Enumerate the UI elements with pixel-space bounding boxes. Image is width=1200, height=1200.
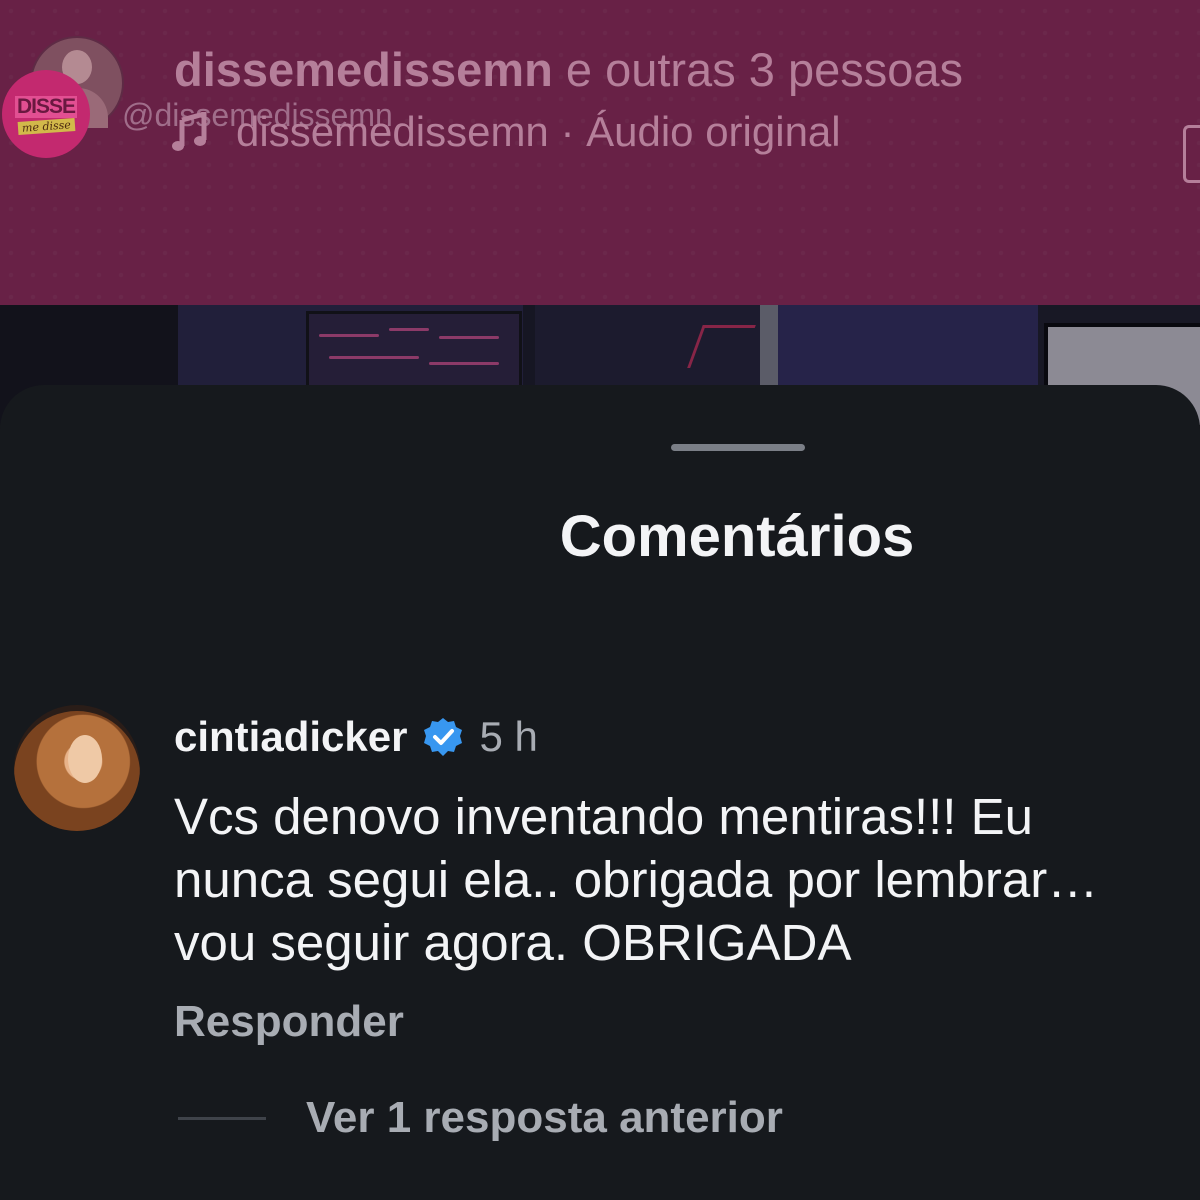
reply-button[interactable]: Responder [174, 997, 404, 1047]
comment-line: Vcs denovo inventando mentiras!!! Eu [174, 788, 1034, 845]
music-note-icon [172, 112, 207, 151]
commenter-avatar[interactable] [14, 705, 140, 831]
audio-text: dissemedissemn · Áudio original [236, 108, 841, 155]
comment-text: Vcs denovo inventando mentiras!!! Eu nun… [174, 785, 1200, 974]
author-name[interactable]: dissemedissemn [174, 43, 553, 96]
commenter-username[interactable]: cintiadicker [174, 713, 407, 761]
replies-divider-line [178, 1116, 266, 1120]
comment-time: 5 h [479, 713, 538, 760]
comments-sheet: Comentários cintiadicker 5 h Vcs denovo … [0, 385, 1200, 1200]
sheet-title: Comentários [559, 504, 915, 569]
side-action-icon[interactable] [1183, 125, 1200, 183]
reel-authors[interactable]: dissemedissemn e outras 3 pessoas [174, 42, 963, 97]
view-replies-label[interactable]: Ver 1 resposta anterior [306, 1093, 783, 1143]
coauthors-text: e outras 3 pessoas [552, 43, 964, 96]
comment-line: nunca segui ela.. obrigada por lembrar… [174, 851, 1099, 908]
logo-text-line2: me disse [17, 117, 75, 135]
logo-text-line1: DISSE [14, 94, 78, 118]
disse-me-disse-logo[interactable]: DISSE me disse [2, 70, 90, 158]
verified-badge-icon [424, 718, 463, 756]
audio-info[interactable]: dissemedissemn · Áudio original [172, 108, 841, 156]
comment-line: vou seguir agora. OBRIGADA [174, 914, 852, 971]
sheet-drag-handle[interactable] [671, 444, 805, 451]
view-replies-button[interactable]: Ver 1 resposta anterior [178, 1093, 783, 1143]
comment-header: cintiadicker 5 h [174, 713, 538, 761]
